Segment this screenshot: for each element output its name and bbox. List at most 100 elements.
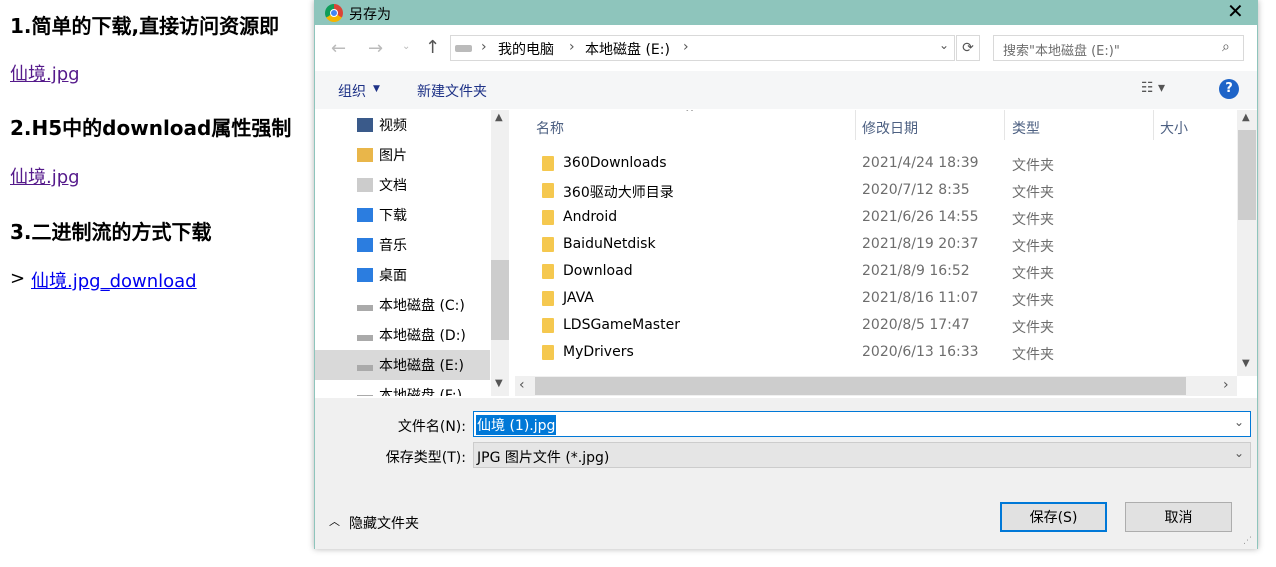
back-icon[interactable]: ←	[331, 38, 346, 59]
heading-3: 3.二进制流的方式下载	[10, 220, 212, 244]
downloads-icon	[357, 208, 373, 222]
chevron-up-icon[interactable]: ︿	[329, 513, 340, 529]
up-icon[interactable]: ↑	[425, 37, 440, 58]
file-name: JAVA	[563, 290, 594, 306]
drive-icon	[357, 395, 373, 396]
drive-icon	[357, 365, 373, 371]
close-icon[interactable]: ✕	[1227, 0, 1244, 23]
drive-icon	[357, 335, 373, 341]
prefix: >	[10, 268, 26, 289]
file-type: 文件夹	[1012, 320, 1054, 336]
folder-icon	[542, 210, 554, 225]
file-row[interactable]: 360驱动大师目录 2020/7/12 8:35 文件夹	[515, 177, 1235, 204]
nav-scrollbar[interactable]: ▲ ▼	[491, 110, 509, 396]
nav-item[interactable]: 本地磁盘 (C:)	[315, 290, 490, 320]
cancel-button[interactable]: 取消	[1125, 502, 1232, 532]
nav-item[interactable]: 桌面	[315, 260, 490, 290]
link-3[interactable]: 仙境.jpg_download	[31, 267, 197, 293]
chrome-icon	[325, 4, 343, 22]
caret-down-icon: ▼	[373, 84, 380, 94]
nav-item-label: 音乐	[379, 238, 407, 254]
file-row[interactable]: 360Downloads 2021/4/24 18:39 文件夹	[515, 150, 1235, 177]
nav-item-label: 文档	[379, 178, 407, 194]
resize-grip-icon[interactable]: ⋰	[1243, 536, 1252, 546]
scroll-thumb[interactable]	[1238, 130, 1256, 220]
heading-2: 2.H5中的download属性强制	[10, 116, 292, 140]
folder-icon	[542, 237, 554, 252]
title-bar: 另存为 ✕	[315, 0, 1257, 25]
filename-input[interactable]: 仙境 (1).jpg ⌄	[473, 411, 1251, 437]
file-name: Android	[563, 209, 618, 225]
file-row[interactable]: Android 2021/6/26 14:55 文件夹	[515, 204, 1235, 231]
nav-item[interactable]: 本地磁盘 (D:)	[315, 320, 490, 350]
link-1[interactable]: 仙境.jpg	[10, 60, 80, 86]
column-header-date[interactable]: 修改日期	[862, 118, 918, 138]
new-folder-button[interactable]: 新建文件夹	[417, 81, 487, 101]
nav-item-label: 图片	[379, 148, 407, 164]
scroll-thumb[interactable]	[491, 260, 509, 340]
breadcrumb-item[interactable]: 我的电脑	[498, 39, 554, 59]
search-input[interactable]: 搜索"本地磁盘 (E:)" ⌕	[993, 35, 1244, 61]
nav-item-label: 视频	[379, 118, 407, 134]
search-icon: ⌕	[1222, 39, 1230, 55]
help-icon[interactable]: ?	[1219, 79, 1239, 99]
nav-item[interactable]: 文档	[315, 170, 490, 200]
hide-folders-toggle[interactable]: 隐藏文件夹	[349, 513, 419, 533]
pictures-icon	[357, 148, 373, 162]
filetype-select[interactable]: JPG 图片文件 (*.jpg) ⌄	[473, 442, 1251, 468]
column-header-name[interactable]: 名称	[536, 118, 564, 138]
nav-item[interactable]: 图片	[315, 140, 490, 170]
nav-item[interactable]: 音乐	[315, 230, 490, 260]
music-icon	[357, 238, 373, 252]
forward-icon[interactable]: →	[368, 38, 383, 59]
chevron-down-icon[interactable]: ⌄	[1234, 415, 1244, 429]
save-button[interactable]: 保存(S)	[1000, 502, 1107, 532]
breadcrumb-item[interactable]: 本地磁盘 (E:)	[585, 39, 670, 59]
column-header-type[interactable]: 类型	[1012, 118, 1040, 138]
file-row[interactable]: JAVA 2021/8/16 11:07 文件夹	[515, 285, 1235, 312]
file-type: 文件夹	[1012, 212, 1054, 228]
recent-dropdown-icon[interactable]: ⌄	[402, 41, 410, 52]
file-list-hscrollbar[interactable]: ‹ ›	[515, 376, 1237, 396]
file-list-vscrollbar[interactable]: ▲ ▼	[1237, 110, 1257, 376]
folder-icon	[542, 345, 554, 360]
nav-item[interactable]: 本地磁盘 (F:)	[315, 380, 490, 396]
save-options-panel: 文件名(N): 仙境 (1).jpg ⌄ 保存类型(T): JPG 图片文件 (…	[315, 398, 1257, 549]
nav-item[interactable]: 本地磁盘 (E:)	[315, 350, 490, 380]
chevron-down-icon[interactable]: ⌄	[939, 38, 949, 52]
desktop-icon	[357, 268, 373, 282]
sort-ascending-icon: ^	[685, 110, 695, 119]
file-row[interactable]: LDSGameMaster 2020/8/5 17:47 文件夹	[515, 312, 1235, 339]
nav-item-label: 本地磁盘 (C:)	[379, 298, 465, 314]
scroll-thumb[interactable]	[535, 377, 1186, 395]
file-date: 2021/8/19 20:37	[862, 236, 979, 252]
file-type: 文件夹	[1012, 185, 1054, 201]
nav-item[interactable]: 下载	[315, 200, 490, 230]
toolbar: 组织 ▼ 新建文件夹 ☷ ▾ ?	[315, 71, 1257, 109]
file-date: 2021/6/26 14:55	[862, 209, 979, 225]
chevron-down-icon: ⌄	[1234, 446, 1245, 460]
filetype-label: 保存类型(T):	[385, 450, 466, 466]
organize-button[interactable]: 组织	[338, 81, 366, 101]
navigation-pane: 视频图片文档下载音乐桌面本地磁盘 (C:) 本地磁盘 (D:) 本地磁盘 (E:) 本…	[315, 110, 490, 396]
documents-icon	[357, 178, 373, 192]
address-bar[interactable]: › 我的电脑 › 本地磁盘 (E:) › ⌄	[450, 35, 955, 61]
file-row[interactable]: BaiduNetdisk 2021/8/19 20:37 文件夹	[515, 231, 1235, 258]
link-2[interactable]: 仙境.jpg	[10, 163, 80, 189]
nav-item[interactable]: 视频	[315, 110, 490, 140]
file-name: MyDrivers	[563, 344, 634, 360]
folder-icon	[542, 318, 554, 333]
file-type: 文件夹	[1012, 158, 1054, 174]
drive-icon	[455, 45, 472, 52]
file-name: Download	[563, 263, 633, 279]
file-name: 360Downloads	[563, 155, 667, 171]
file-row[interactable]: Download 2021/8/9 16:52 文件夹	[515, 258, 1235, 285]
file-date: 2021/8/16 11:07	[862, 290, 979, 306]
refresh-icon[interactable]: ⟳	[956, 35, 980, 61]
view-options-icon[interactable]: ☷ ▾	[1141, 80, 1165, 96]
file-row[interactable]: MyDrivers 2020/6/13 16:33 文件夹	[515, 339, 1235, 366]
file-type: 文件夹	[1012, 347, 1054, 363]
file-date: 2021/8/9 16:52	[862, 263, 970, 279]
column-header-size[interactable]: 大小	[1160, 118, 1188, 138]
filename-label: 文件名(N):	[397, 419, 466, 435]
